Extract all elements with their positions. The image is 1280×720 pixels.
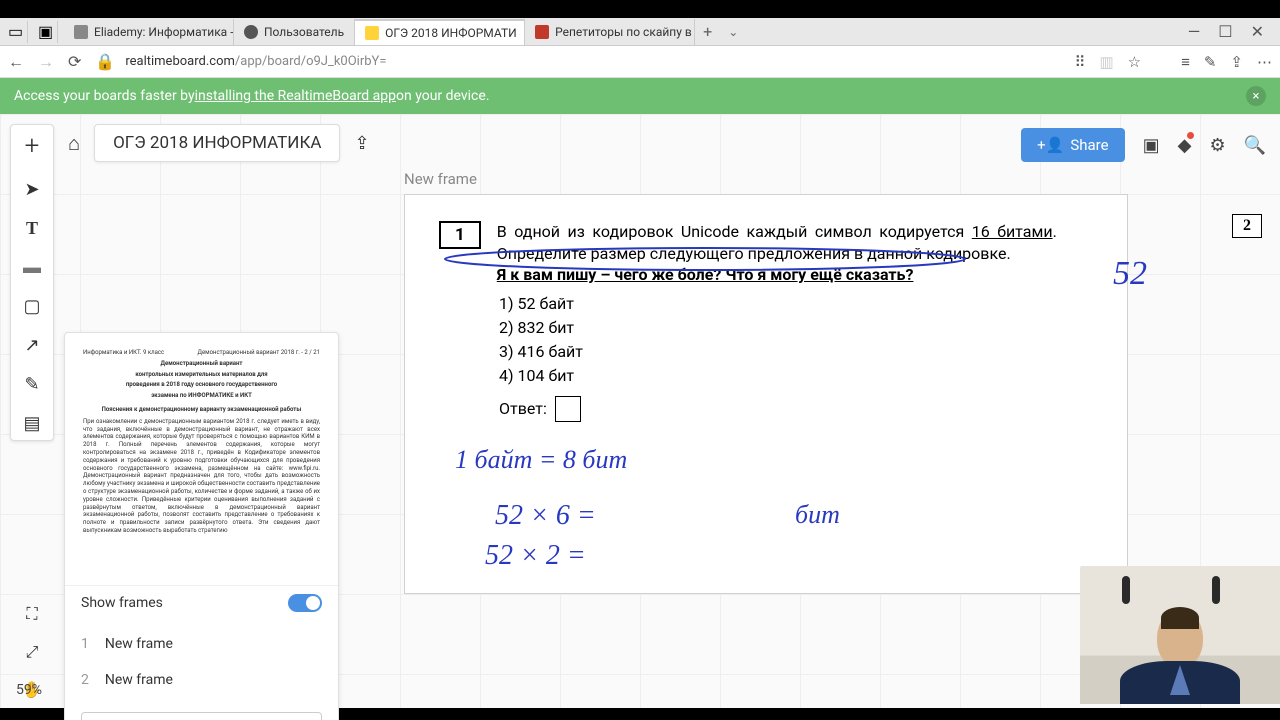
doc-thumbnail[interactable]: Информатика и ИКТ. 9 классДемонстрационн… bbox=[79, 345, 324, 575]
problem-card: 1 В одной из кодировок Unicode каждый си… bbox=[423, 209, 1087, 436]
add-user-icon: +👤 bbox=[1037, 136, 1064, 154]
frame-title[interactable]: New frame bbox=[404, 170, 1128, 188]
notes-icon[interactable]: ✎ bbox=[1204, 53, 1217, 71]
arrow-tool[interactable]: ↗ bbox=[24, 335, 39, 356]
reader-icon[interactable]: ▥ bbox=[1099, 53, 1113, 71]
address-bar: ← → ⟳ 🔒 realtimeboard.com/app/board/o9J_… bbox=[0, 46, 1280, 78]
select-tool[interactable]: ➤ bbox=[24, 179, 39, 200]
new-tab-button[interactable]: + bbox=[695, 22, 720, 41]
install-banner: Access your boards faster by installing … bbox=[0, 78, 1280, 114]
show-frames-label: Show frames bbox=[81, 595, 163, 611]
zoom-level[interactable]: 59% bbox=[16, 682, 42, 698]
webcam-overlay bbox=[1080, 566, 1280, 704]
menu-icon[interactable]: ≡ bbox=[1181, 53, 1190, 71]
handwriting-52: 52 bbox=[1113, 255, 1147, 293]
sticky-tool[interactable]: ▬ bbox=[23, 257, 41, 278]
problem-number: 1 bbox=[439, 221, 481, 249]
handwriting-byte-bit: 1 байт = 8 бит bbox=[455, 445, 627, 475]
lock-icon[interactable]: 🔒 bbox=[95, 52, 115, 71]
shape-tool[interactable]: ▢ bbox=[23, 296, 40, 317]
frames-panel: Информатика и ИКТ. 9 классДемонстрационн… bbox=[64, 332, 339, 720]
home-button[interactable]: ⌂ bbox=[68, 131, 80, 156]
answer-label: Ответ: bbox=[499, 399, 547, 418]
frame-item-1[interactable]: 1New frame bbox=[65, 626, 338, 662]
frame-content[interactable]: 1 В одной из кодировок Unicode каждый си… bbox=[404, 194, 1128, 594]
add-tool[interactable]: + bbox=[25, 131, 40, 161]
tabs-thumb-icon[interactable]: ▣ bbox=[34, 21, 58, 43]
back-button[interactable]: ← bbox=[8, 52, 24, 72]
share-icon[interactable]: ⇪ bbox=[1230, 53, 1243, 71]
fit-tool[interactable]: ⤢ bbox=[26, 642, 39, 662]
tool-palette: + ➤ T ▬ ▢ ↗ ✎ ▤ bbox=[10, 124, 54, 441]
comment-tool[interactable]: ▤ bbox=[23, 413, 40, 434]
handwriting-bit: бит bbox=[795, 500, 840, 530]
tabs-menu-icon[interactable]: ▭ bbox=[4, 21, 28, 43]
answer-options: 1) 52 байт 2) 832 бит 3) 416 байт 4) 104… bbox=[499, 292, 1071, 388]
forward-button[interactable]: → bbox=[38, 52, 54, 72]
install-link[interactable]: installing the RealtimeBoard app bbox=[195, 88, 396, 104]
banner-close-button[interactable]: × bbox=[1246, 86, 1266, 106]
board-title[interactable]: ОГЭ 2018 ИНФОРМАТИКА bbox=[94, 124, 340, 162]
search-icon[interactable]: 🔍 bbox=[1244, 135, 1266, 156]
export-button[interactable]: ⇪ bbox=[354, 133, 369, 154]
board-canvas[interactable]: + ➤ T ▬ ▢ ↗ ✎ ▤ ⛶ ⤢ ✋ 59% ⌂ ОГЭ 2018 ИНФ… bbox=[0, 114, 1280, 716]
share-button[interactable]: +👤Share bbox=[1021, 128, 1124, 162]
add-frame-button[interactable]: + Add frame bbox=[81, 712, 322, 720]
more-icon[interactable]: ⋯ bbox=[1257, 53, 1272, 71]
settings-icon[interactable]: ⚙ bbox=[1209, 135, 1225, 156]
browser-tab-strip: ▭ ▣ Eliademy: Информатика - С Пользовате… bbox=[0, 18, 1280, 46]
show-frames-toggle[interactable] bbox=[288, 594, 322, 612]
answer-input-box[interactable] bbox=[555, 396, 581, 422]
minimize-button[interactable]: — bbox=[1188, 22, 1201, 41]
maximize-button[interactable]: ☐ bbox=[1218, 22, 1232, 41]
frames-tool[interactable]: ⛶ bbox=[26, 604, 37, 624]
tab-user[interactable]: Пользователь bbox=[234, 19, 355, 45]
frame-item-2[interactable]: 2New frame bbox=[65, 662, 338, 698]
translate-icon[interactable]: ⠿ bbox=[1074, 53, 1085, 71]
handwriting-52x2: 52 × 2 = bbox=[485, 540, 586, 572]
chat-icon[interactable]: ▣ bbox=[1143, 135, 1160, 156]
tab-tutors[interactable]: Репетиторы по скайпу в Pr bbox=[525, 19, 695, 45]
text-tool[interactable]: T bbox=[26, 218, 38, 239]
url-text[interactable]: realtimeboard.com/app/board/o9J_k0OirbY= bbox=[125, 54, 386, 69]
tab-dropdown-icon[interactable]: ⌄ bbox=[720, 25, 746, 39]
close-window-button[interactable]: ✕ bbox=[1251, 22, 1264, 41]
handwriting-52x6: 52 × 6 = bbox=[495, 500, 596, 532]
tab-eliademy[interactable]: Eliademy: Информатика - С bbox=[64, 19, 234, 45]
tab-active-board[interactable]: ОГЭ 2018 ИНФОРМАТИ× bbox=[355, 19, 525, 45]
reload-button[interactable]: ⟳ bbox=[68, 52, 81, 71]
page-marker: 2 bbox=[1232, 214, 1262, 238]
problem-text: В одной из кодировок Unicode каждый симв… bbox=[497, 221, 1057, 286]
pen-tool[interactable]: ✎ bbox=[24, 374, 39, 395]
activity-icon[interactable]: ◆ bbox=[1178, 135, 1192, 156]
favorite-icon[interactable]: ☆ bbox=[1128, 53, 1141, 71]
